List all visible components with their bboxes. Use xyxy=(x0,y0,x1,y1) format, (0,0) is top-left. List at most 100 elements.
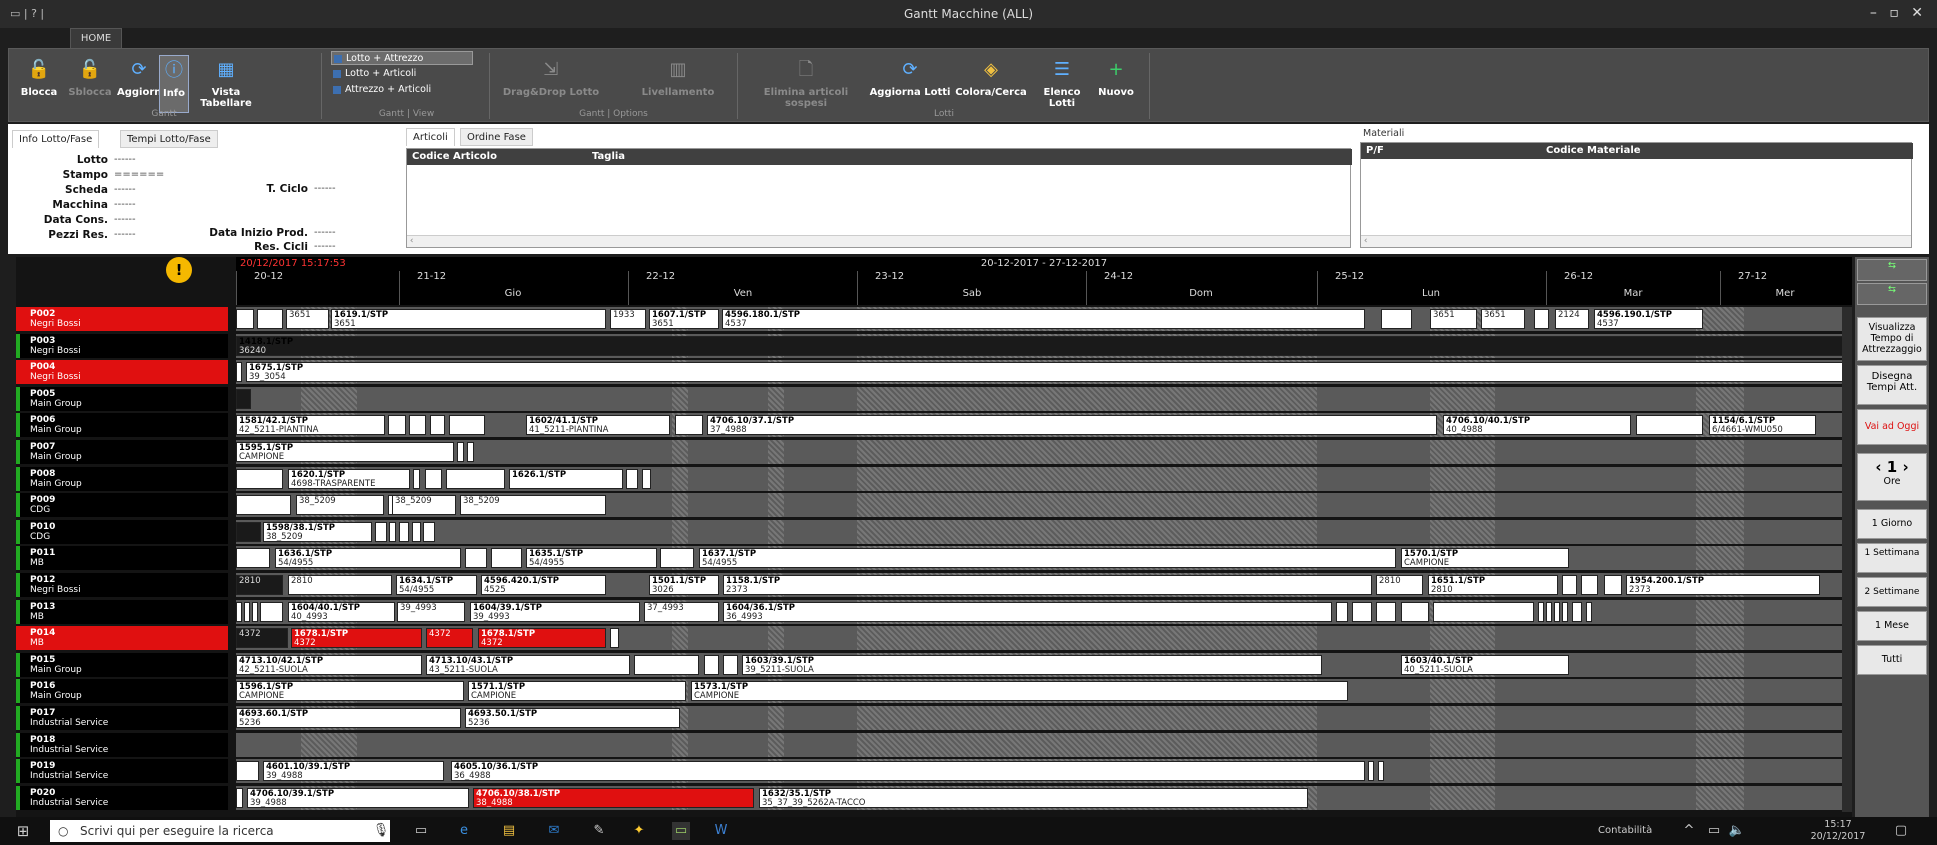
gantt-bar[interactable]: 3651 xyxy=(286,309,329,329)
gantt-bar[interactable]: 4713.10/43.1/STP 43_5211-SUOLA xyxy=(426,654,630,675)
tab-tempi-lotto-fase[interactable]: Tempi Lotto/Fase xyxy=(120,130,218,148)
gantt-bar[interactable]: 1573.1/STP CAMPIONE xyxy=(691,681,1348,702)
elimina-articoli-sospesibutton[interactable]: 🗋 Elimina articoli sospesi xyxy=(745,55,867,113)
gantt-bar[interactable] xyxy=(425,468,442,489)
vista-tabellare-button[interactable]: ▦ Vista Tabellare xyxy=(193,55,259,113)
machine-row-p017[interactable]: P017 Industrial Service xyxy=(16,706,228,730)
microphone-icon[interactable]: 🎙 xyxy=(372,822,390,840)
machine-row-p013[interactable]: P013 MB xyxy=(16,599,228,624)
expand-arrows-icon[interactable]: ⇆ xyxy=(1857,259,1927,281)
gantt-bar[interactable] xyxy=(634,654,699,675)
gantt-bar[interactable] xyxy=(626,468,638,489)
gantt-bar[interactable]: 1651.1/STP 2810 xyxy=(1428,575,1558,595)
gantt-bar[interactable] xyxy=(1534,309,1549,329)
gantt-bar[interactable] xyxy=(252,601,258,622)
gantt-bar[interactable]: 1620.1/STP 4698-TRASPARENTE xyxy=(288,468,410,489)
gantt-bar[interactable] xyxy=(1586,601,1592,622)
gantt-bar[interactable] xyxy=(260,601,283,622)
gantt-bar[interactable] xyxy=(1604,575,1622,595)
gantt-bar[interactable] xyxy=(236,362,242,383)
gantt-bar[interactable] xyxy=(642,468,651,489)
gantt-bar[interactable] xyxy=(491,548,522,569)
gantt-bar[interactable] xyxy=(236,521,261,542)
zoom-spinner[interactable]: ‹ 1 › Ore xyxy=(1857,453,1927,501)
gantt-bar[interactable]: 2810 xyxy=(288,575,392,595)
gantt-bar[interactable]: 4706.10/40.1/STP 40_4988 xyxy=(1443,415,1631,436)
gantt-bar[interactable] xyxy=(1352,601,1372,622)
gantt-bar[interactable]: 2810 xyxy=(236,575,283,595)
gantt-bar[interactable] xyxy=(236,548,270,569)
machine-row-p006[interactable]: P006 Main Group xyxy=(16,413,228,438)
gantt-bar[interactable]: 1604/39.1/STP 39_4993 xyxy=(470,601,640,622)
gantt-bar[interactable] xyxy=(1433,601,1534,622)
drag-drop-lottobutton[interactable]: ⇲ Drag&Drop Lotto xyxy=(501,55,601,113)
clock[interactable]: 15:17 20/12/2017 xyxy=(1808,819,1868,843)
nuovobutton[interactable]: + Nuovo xyxy=(1095,55,1137,113)
gantt-bar[interactable]: 1933 xyxy=(610,309,646,329)
column-taglia[interactable]: Taglia xyxy=(587,149,1352,165)
machine-row-p016[interactable]: P016 Main Group xyxy=(16,679,228,704)
gantt-bar[interactable]: 4596.180.1/STP 4537 xyxy=(722,309,1365,329)
collapse-arrows-icon[interactable]: ⇆ xyxy=(1857,283,1927,305)
gantt-bar[interactable]: 3651 xyxy=(1430,309,1477,329)
gantt-bar[interactable]: 1607.1/STP 3651 xyxy=(649,309,719,329)
volume-icon[interactable]: 🔈 xyxy=(1728,822,1746,840)
gantt-bar[interactable] xyxy=(610,628,619,649)
machine-row-p010[interactable]: P010 CDG xyxy=(16,519,228,544)
gantt-bar[interactable]: 1418.1/STP 36240 xyxy=(236,335,1848,356)
tab-ordine-fase[interactable]: Ordine Fase xyxy=(460,128,533,146)
vai-ad-oggi-button[interactable]: Vai ad Oggi xyxy=(1857,409,1927,445)
gantt-bar[interactable] xyxy=(244,601,250,622)
gantt-bar[interactable] xyxy=(1538,601,1544,622)
gantt-bar[interactable] xyxy=(1581,575,1598,595)
tray-label[interactable]: Contabilità xyxy=(1598,825,1652,836)
gantt-bar[interactable] xyxy=(236,787,243,808)
tab-articoli[interactable]: Articoli xyxy=(406,128,455,146)
gantt-bar[interactable] xyxy=(1376,601,1396,622)
gantt-bar[interactable] xyxy=(430,415,445,436)
gantt-bar[interactable] xyxy=(449,415,485,436)
gantt-bar[interactable]: 4706.10/38.1/STP 38_4988 xyxy=(473,787,754,808)
gantt-bar[interactable] xyxy=(257,309,283,329)
machine-row-p008[interactable]: P008 Main Group xyxy=(16,466,228,491)
gantt-bar[interactable]: 1596.1/STP CAMPIONE xyxy=(236,681,464,702)
gantt-bar[interactable]: 38_5209 xyxy=(296,495,384,516)
gantt-bar[interactable] xyxy=(399,521,409,542)
zoom-1-mese-button[interactable]: 1 Mese xyxy=(1857,611,1927,641)
gantt-bar[interactable]: 1581/42.1/STP 42_5211-PIANTINA xyxy=(236,415,385,436)
gantt-bar[interactable]: 1570.1/STP CAMPIONE xyxy=(1401,548,1569,569)
notification-icon[interactable]: ▢ xyxy=(1892,822,1910,840)
gantt-bar[interactable]: 1678.1/STP 4372 xyxy=(478,628,606,649)
gantt-bar[interactable]: 38_5209 xyxy=(460,495,606,516)
gantt-bar[interactable] xyxy=(1572,601,1582,622)
gantt-bar[interactable]: 1571.1/STP CAMPIONE xyxy=(468,681,686,702)
gantt-bar[interactable] xyxy=(375,521,387,542)
gantt-bar[interactable] xyxy=(1378,761,1384,782)
taskbar-search-input[interactable]: ○ Scrivi qui per eseguire la ricerca xyxy=(50,820,390,842)
gantt-bar[interactable]: 1602/41.1/STP 41_5211-PIANTINA xyxy=(526,415,670,436)
file-explorer-icon[interactable]: ▤ xyxy=(500,822,518,840)
blocca-button[interactable]: 🔓 Blocca xyxy=(17,55,61,113)
gantt-bar[interactable] xyxy=(236,468,283,489)
gantt-bar[interactable]: 4706.10/37.1/STP 37_4988 xyxy=(707,415,1437,436)
app-icon-2[interactable]: ✦ xyxy=(630,822,648,840)
gantt-bar[interactable] xyxy=(409,415,426,436)
machine-row-p005[interactable]: P005 Main Group xyxy=(16,386,228,411)
tab-home[interactable]: HOME xyxy=(70,28,122,48)
gantt-bar[interactable]: 4596.190.1/STP 4537 xyxy=(1594,309,1703,329)
gantt-bar[interactable] xyxy=(236,601,242,622)
gantt-bar[interactable]: 1634.1/STP 54/4955 xyxy=(396,575,477,595)
gantt-bar[interactable]: 1604/40.1/STP 40_4993 xyxy=(288,601,395,622)
spinner-value[interactable]: 1 xyxy=(1887,458,1897,476)
gantt-bar[interactable]: 2124 xyxy=(1555,309,1589,329)
gantt-bar[interactable]: 1603/40.1/STP 40_5211-SUOLA xyxy=(1401,654,1569,675)
gantt-bar[interactable] xyxy=(1554,601,1560,622)
view-option-3[interactable]: Attrezzo + Articoli xyxy=(331,83,431,97)
gantt-bar[interactable]: 3651 xyxy=(1481,309,1525,329)
gantt-bar[interactable] xyxy=(1368,761,1374,782)
column-codice-materiale[interactable]: Codice Materiale xyxy=(1541,143,1913,159)
app-icon-1[interactable]: ✎ xyxy=(590,822,608,840)
materiali-grid[interactable]: P/F Codice Materiale ‹ xyxy=(1360,142,1913,248)
gantt-bar[interactable] xyxy=(457,442,464,462)
gantt-bar[interactable] xyxy=(704,654,719,675)
